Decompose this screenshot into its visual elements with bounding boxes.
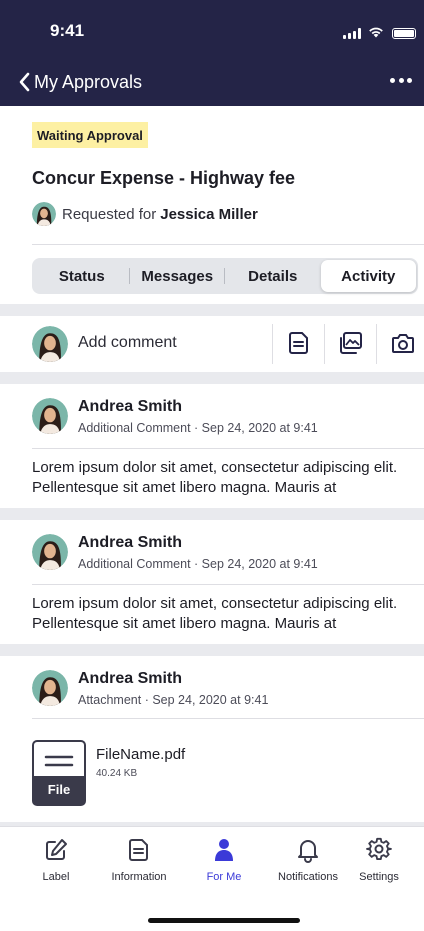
divider	[32, 718, 424, 719]
author-name: Andrea Smith	[78, 398, 183, 415]
tab-bar: Label Information For Me Notifications S…	[0, 826, 424, 931]
comment-input[interactable]: Add comment	[78, 334, 177, 352]
status-badge: Waiting Approval	[32, 122, 148, 148]
edit-icon	[46, 839, 67, 860]
more-dot	[407, 77, 412, 83]
comment-text: Lorem ipsum dolor sit amet, consectetur …	[32, 595, 398, 632]
divider	[272, 324, 273, 364]
tabbar-item-for-me[interactable]: For Me	[182, 837, 266, 887]
bell-icon	[298, 840, 318, 863]
add-comment-bar: Add comment	[0, 316, 424, 372]
tabbar-item-label[interactable]: Label	[14, 837, 98, 887]
home-indicator	[148, 918, 300, 923]
requested-for: Requested for Jessica Miller	[32, 202, 258, 226]
back-button[interactable]: My Approvals	[18, 68, 142, 96]
battery-icon	[392, 28, 416, 39]
back-label: My Approvals	[34, 71, 143, 92]
more-button[interactable]	[390, 68, 412, 92]
activity-meta: Additional Comment · Sep 24, 2020 at 9:4…	[78, 557, 318, 571]
person-icon	[215, 839, 233, 861]
more-dot	[398, 77, 404, 83]
image-icon[interactable]	[338, 330, 364, 356]
camera-icon[interactable]	[390, 330, 416, 356]
tabbar-label: For Me	[206, 871, 242, 883]
document-icon[interactable]	[286, 330, 312, 356]
divider	[32, 244, 424, 245]
tab-status[interactable]: Status	[34, 260, 130, 292]
author-name: Andrea Smith	[78, 534, 183, 551]
avatar	[32, 534, 68, 570]
author-name: Andrea Smith	[78, 670, 183, 687]
file-attachment[interactable]: File	[32, 740, 86, 806]
activity-item: Andrea Smith Additional Comment · Sep 24…	[0, 384, 424, 508]
wifi-icon	[369, 27, 383, 38]
tabbar-item-information[interactable]: Information	[97, 837, 181, 887]
divider	[376, 324, 377, 364]
comment-text: Lorem ipsum dolor sit amet, consectetur …	[32, 459, 398, 496]
tabbar-label: Label	[42, 871, 70, 883]
document-icon	[129, 839, 148, 861]
tabbar-label: Settings	[359, 871, 399, 883]
status-time: 9:41	[50, 21, 85, 40]
chevron-left-icon	[19, 72, 30, 92]
gear-icon	[366, 837, 392, 861]
divider	[324, 324, 325, 364]
tab-messages[interactable]: Messages	[130, 260, 226, 292]
divider	[32, 448, 424, 449]
avatar	[32, 670, 68, 706]
activity-meta: Additional Comment · Sep 24, 2020 at 9:4…	[78, 421, 318, 435]
nav-bar: My Approvals	[0, 60, 424, 106]
activity-meta: Attachment · Sep 24, 2020 at 9:41	[78, 693, 269, 707]
request-header: Waiting Approval Concur Expense - Highwa…	[0, 106, 424, 304]
tabbar-label: Notifications	[278, 871, 338, 883]
divider	[32, 584, 424, 585]
request-title: Concur Expense - Highway fee	[32, 168, 296, 188]
file-size: 40.24 KB	[96, 768, 138, 779]
requested-name: Jessica Miller	[160, 205, 258, 223]
avatar	[32, 398, 68, 434]
activity-item: Andrea Smith Attachment · Sep 24, 2020 a…	[0, 656, 424, 822]
segmented-control: Status Messages Details Activity	[32, 258, 418, 294]
file-name[interactable]: FileName.pdf	[96, 746, 185, 763]
tab-activity[interactable]: Activity	[320, 260, 416, 292]
avatar	[32, 202, 56, 226]
more-dot	[390, 77, 395, 83]
requested-prefix: Requested for	[62, 205, 157, 223]
signal-icon	[343, 28, 361, 39]
status-bar: 9:41	[0, 0, 424, 60]
file-icon-label: File	[47, 782, 71, 797]
avatar	[32, 326, 68, 362]
activity-item: Andrea Smith Additional Comment · Sep 24…	[0, 520, 424, 644]
tab-details[interactable]: Details	[225, 260, 321, 292]
tabbar-item-settings[interactable]: Settings	[337, 837, 421, 887]
tabbar-label: Information	[111, 871, 167, 883]
